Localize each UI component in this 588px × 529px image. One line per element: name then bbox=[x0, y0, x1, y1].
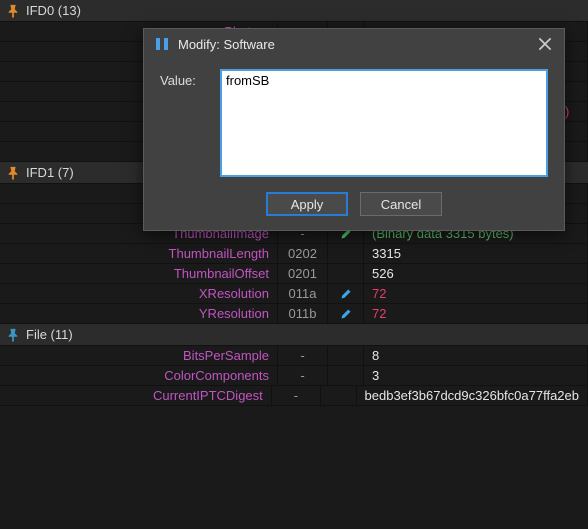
field-value: 8 bbox=[364, 346, 588, 365]
field-name: XResolution bbox=[0, 284, 278, 303]
table-row[interactable]: BitsPerSample- 8 bbox=[0, 346, 588, 366]
edit-icon[interactable] bbox=[328, 304, 364, 323]
edit-icon[interactable] bbox=[328, 284, 364, 303]
field-tag: 0202 bbox=[278, 244, 328, 263]
table-row[interactable]: ThumbnailLength0202 3315 bbox=[0, 244, 588, 264]
field-tag: - bbox=[278, 366, 328, 385]
table-row[interactable]: ThumbnailOffset0201 526 bbox=[0, 264, 588, 284]
pin-icon bbox=[6, 166, 20, 180]
field-tag: 011b bbox=[278, 304, 328, 323]
close-icon[interactable] bbox=[536, 35, 554, 53]
field-tag: 011a bbox=[278, 284, 328, 303]
app-icon bbox=[154, 36, 170, 52]
icon-cell bbox=[328, 244, 364, 263]
field-tag: - bbox=[278, 346, 328, 365]
section-title: IFD1 (7) bbox=[26, 165, 74, 180]
table-row[interactable]: ColorComponents- 3 bbox=[0, 366, 588, 386]
field-name: YResolution bbox=[0, 304, 278, 323]
modify-dialog: Modify: Software Value: Apply Cancel bbox=[143, 28, 565, 231]
field-tag: - bbox=[272, 386, 321, 405]
section-title: IFD0 (13) bbox=[26, 3, 81, 18]
dialog-title: Modify: Software bbox=[178, 37, 536, 52]
icon-cell bbox=[328, 346, 364, 365]
table-row[interactable]: CurrentIPTCDigest- bedb3ef3b67dcd9c326bfc… bbox=[0, 386, 588, 406]
section-header-ifd0[interactable]: IFD0 (13) bbox=[0, 0, 588, 22]
pin-icon bbox=[6, 4, 20, 18]
section-title: File (11) bbox=[26, 327, 73, 342]
dialog-titlebar[interactable]: Modify: Software bbox=[144, 29, 564, 59]
dialog-body: Value: Apply Cancel bbox=[144, 59, 564, 230]
field-name: BitsPerSample bbox=[0, 346, 278, 365]
field-value: 3315 bbox=[364, 244, 588, 263]
field-name: ColorComponents bbox=[0, 366, 278, 385]
pin-icon bbox=[6, 328, 20, 342]
value-label: Value: bbox=[160, 69, 220, 180]
field-name: ThumbnailOffset bbox=[0, 264, 278, 283]
field-name: ThumbnailLength bbox=[0, 244, 278, 263]
apply-button[interactable]: Apply bbox=[266, 192, 348, 216]
field-value: 72 bbox=[364, 284, 588, 303]
icon-cell bbox=[328, 366, 364, 385]
table-row[interactable]: XResolution011a 72 bbox=[0, 284, 588, 304]
icon-cell bbox=[321, 386, 357, 405]
cancel-button[interactable]: Cancel bbox=[360, 192, 442, 216]
rows-file: BitsPerSample-8ColorComponents-3CurrentI… bbox=[0, 346, 588, 406]
section-header-file[interactable]: File (11) bbox=[0, 324, 588, 346]
table-row[interactable]: YResolution011b 72 bbox=[0, 304, 588, 324]
field-value: 526 bbox=[364, 264, 588, 283]
field-tag: 0201 bbox=[278, 264, 328, 283]
value-input[interactable] bbox=[220, 69, 548, 177]
field-value: bedb3ef3b67dcd9c326bfc0a77ffa2eb bbox=[357, 386, 588, 405]
field-name: CurrentIPTCDigest bbox=[0, 386, 272, 405]
field-value: 72 bbox=[364, 304, 588, 323]
field-value: 3 bbox=[364, 366, 588, 385]
icon-cell bbox=[328, 264, 364, 283]
